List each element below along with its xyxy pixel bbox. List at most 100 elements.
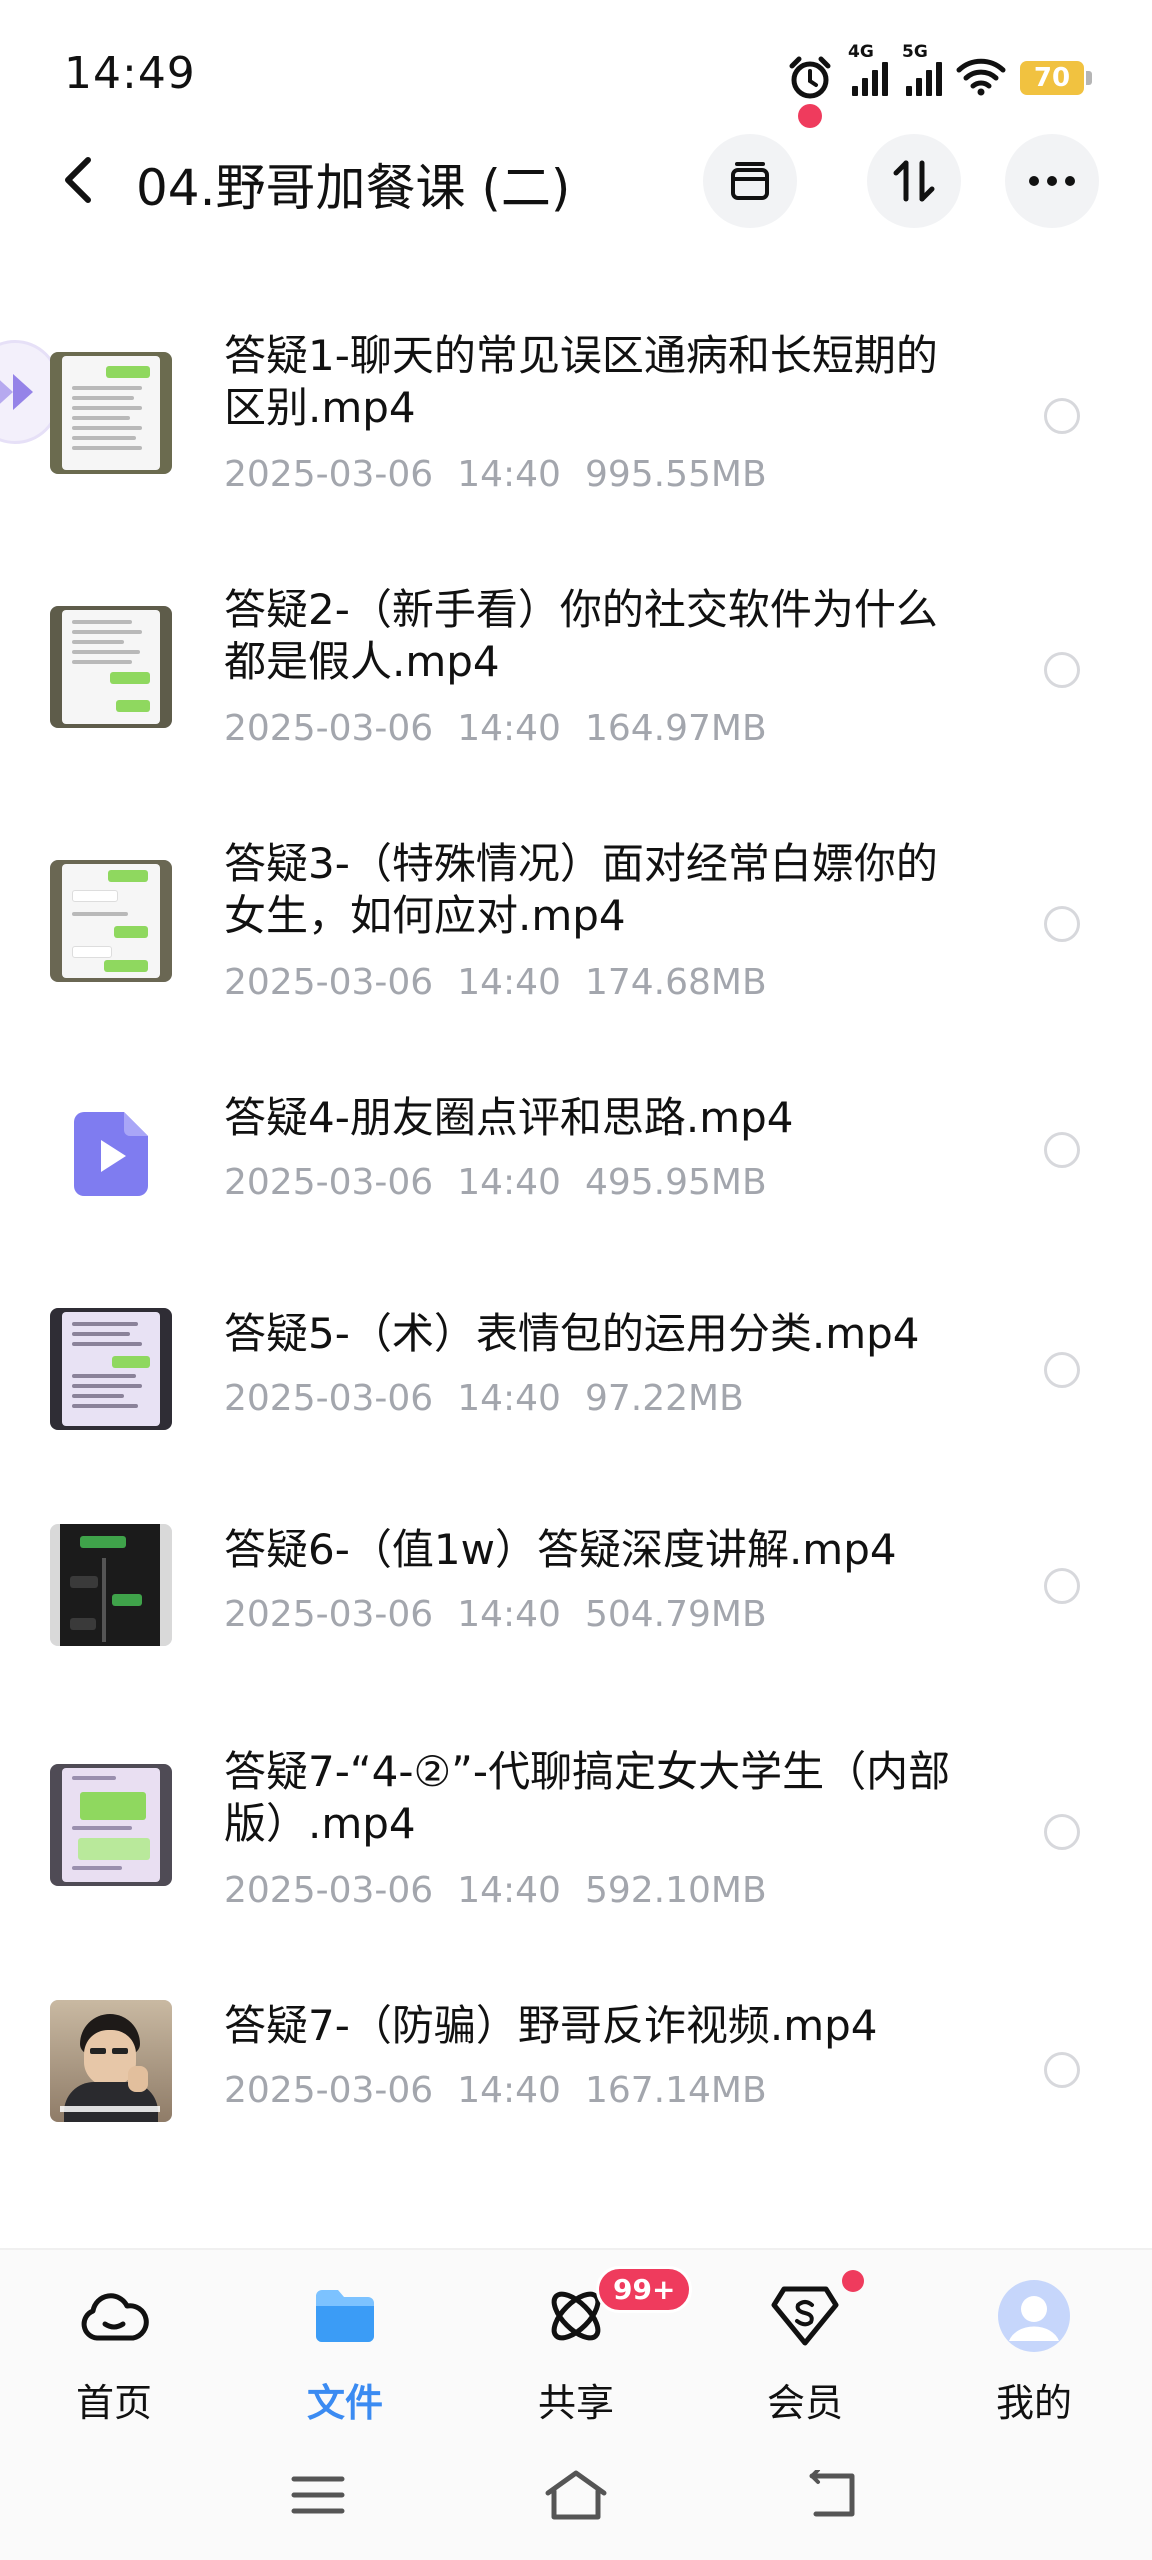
list-item[interactable]: 答疑7-“4-②”-代聊搞定女大学生（内部版）.mp4 2025-03-06 14…: [0, 1746, 1152, 1926]
nav-label: 我的: [995, 2381, 1072, 2425]
video-thumbnail: [50, 352, 172, 474]
vip-diamond-icon: [767, 2278, 843, 2354]
file-size: 167.14MB: [584, 2070, 767, 2111]
list-item[interactable]: 答疑2-（新手看）你的社交软件为什么都是假人.mp4 2025-03-06 14:…: [0, 584, 1152, 764]
file-time: 14:40: [457, 1594, 561, 1635]
file-meta: 2025-03-06 14:40 97.22MB: [224, 1378, 744, 1419]
file-time: 14:40: [457, 1870, 561, 1911]
page-title: 04.野哥加餐课 (二): [136, 159, 571, 217]
folder-icon: [307, 2278, 383, 2354]
notification-dot: [798, 104, 822, 128]
nav-item-home[interactable]: 首页: [24, 2278, 204, 2438]
list-item[interactable]: 答疑3-（特殊情况）面对经常白嫖你的女生，如何应对.mp4 2025-03-06…: [0, 838, 1152, 1018]
status-icons: 4G 5G 70: [786, 42, 1092, 104]
home-button[interactable]: [536, 2460, 616, 2530]
file-name: 答疑1-聊天的常见误区通病和长短期的区别.mp4: [224, 331, 938, 432]
file-size: 995.55MB: [584, 454, 767, 495]
signal-5g-label: 5G: [902, 42, 928, 62]
menu-icon: [291, 2476, 345, 2514]
video-thumbnail: [50, 606, 172, 728]
sort-button[interactable]: [867, 134, 961, 228]
alarm-clock-icon: [786, 54, 834, 102]
file-time: 14:40: [457, 962, 561, 1003]
file-size: 495.95MB: [584, 1162, 767, 1203]
file-date: 2025-03-06: [224, 454, 434, 495]
share-badge: 99+: [596, 2266, 693, 2313]
back-button[interactable]: [44, 146, 112, 214]
file-size: 174.68MB: [584, 962, 767, 1003]
select-checkbox[interactable]: [1044, 1352, 1080, 1388]
chevron-left-icon: [65, 157, 91, 203]
file-meta: 2025-03-06 14:40 167.14MB: [224, 2070, 767, 2111]
list-item[interactable]: 答疑5-（术）表情包的运用分类.mp4 2025-03-06 14:40 97.22…: [0, 1308, 1152, 1448]
file-size: 504.79MB: [584, 1594, 767, 1635]
file-name: 答疑3-（特殊情况）面对经常白嫖你的女生，如何应对.mp4: [224, 839, 938, 940]
select-checkbox[interactable]: [1044, 1568, 1080, 1604]
video-thumbnail: [50, 1764, 172, 1886]
video-thumbnail: [50, 2000, 172, 2122]
file-time: 14:40: [457, 1162, 561, 1203]
list-item[interactable]: 答疑6-（值1w）答疑深度讲解.mp4 2025-03-06 14:40 504.7…: [0, 1524, 1152, 1664]
file-date: 2025-03-06: [224, 1162, 434, 1203]
file-time: 14:40: [457, 2070, 561, 2111]
file-date: 2025-03-06: [224, 1870, 434, 1911]
nav-item-mine[interactable]: 我的: [944, 2278, 1124, 2438]
nav-item-files[interactable]: 文件: [255, 2278, 435, 2438]
nav-item-member[interactable]: 会员: [715, 2278, 895, 2438]
nav-label: 会员: [766, 2381, 843, 2425]
file-meta: 2025-03-06 14:40 495.95MB: [224, 1162, 767, 1203]
file-time: 14:40: [457, 1378, 561, 1419]
back-nav-button[interactable]: [792, 2460, 872, 2530]
file-size: 164.97MB: [584, 708, 767, 749]
more-options-button[interactable]: [1005, 134, 1099, 228]
cloud-home-icon: [76, 2278, 152, 2354]
file-date: 2025-03-06: [224, 2070, 434, 2111]
archive-box-icon: [731, 162, 769, 200]
nav-label: 文件: [306, 2381, 383, 2425]
select-checkbox[interactable]: [1044, 1814, 1080, 1850]
video-thumbnail: [50, 1524, 172, 1646]
home-outline-icon: [545, 2470, 607, 2520]
file-time: 14:40: [457, 708, 561, 749]
file-name: 答疑5-（术）表情包的运用分类.mp4: [224, 1309, 920, 1358]
status-bar: 14:49 4G 5G 70: [0, 0, 1152, 150]
signal-4g-icon: 4G: [848, 42, 888, 96]
file-name: 答疑2-（新手看）你的社交软件为什么都是假人.mp4: [224, 585, 938, 686]
return-arrow-icon: [809, 2470, 855, 2517]
file-date: 2025-03-06: [224, 962, 434, 1003]
file-meta: 2025-03-06 14:40 174.68MB: [224, 962, 767, 1003]
archive-button[interactable]: [703, 134, 797, 228]
nav-label: 共享: [537, 2381, 614, 2425]
file-name: 答疑7-（防骗）野哥反诈视频.mp4: [224, 2001, 878, 2050]
file-meta: 2025-03-06 14:40 164.97MB: [224, 708, 767, 749]
status-time: 14:49: [64, 48, 196, 99]
battery-level: 70: [1020, 61, 1084, 95]
recent-apps-button[interactable]: [278, 2460, 358, 2530]
video-thumbnail: [50, 860, 172, 982]
file-name: 答疑6-（值1w）答疑深度讲解.mp4: [224, 1525, 897, 1574]
wifi-icon: [956, 56, 1006, 100]
file-name: 答疑7-“4-②”-代聊搞定女大学生（内部版）.mp4: [224, 1747, 951, 1848]
file-size: 97.22MB: [584, 1378, 744, 1419]
select-checkbox[interactable]: [1044, 2052, 1080, 2088]
video-file-icon: [74, 1112, 148, 1196]
file-meta: 2025-03-06 14:40 504.79MB: [224, 1594, 767, 1635]
select-checkbox[interactable]: [1044, 906, 1080, 942]
list-item[interactable]: 答疑4-朋友圈点评和思路.mp4 2025-03-06 14:40 495.95MB: [0, 1092, 1152, 1232]
file-name: 答疑4-朋友圈点评和思路.mp4: [224, 1093, 794, 1142]
video-thumbnail: [50, 1308, 172, 1430]
file-meta: 2025-03-06 14:40 995.55MB: [224, 454, 767, 495]
signal-4g-label: 4G: [848, 42, 874, 62]
file-date: 2025-03-06: [224, 1378, 434, 1419]
sort-arrows-icon: [893, 160, 935, 202]
list-item[interactable]: 答疑1-聊天的常见误区通病和长短期的区别.mp4 2025-03-06 14:40…: [0, 330, 1152, 510]
select-checkbox[interactable]: [1044, 398, 1080, 434]
folder-header: 04.野哥加餐课 (二): [0, 130, 1152, 230]
select-checkbox[interactable]: [1044, 652, 1080, 688]
avatar-icon: [996, 2278, 1072, 2354]
list-item[interactable]: 答疑7-（防骗）野哥反诈视频.mp4 2025-03-06 14:40 167.14…: [0, 2000, 1152, 2140]
select-checkbox[interactable]: [1044, 1132, 1080, 1168]
file-date: 2025-03-06: [224, 1594, 434, 1635]
file-size: 592.10MB: [584, 1870, 767, 1911]
nav-label: 首页: [75, 2381, 152, 2425]
